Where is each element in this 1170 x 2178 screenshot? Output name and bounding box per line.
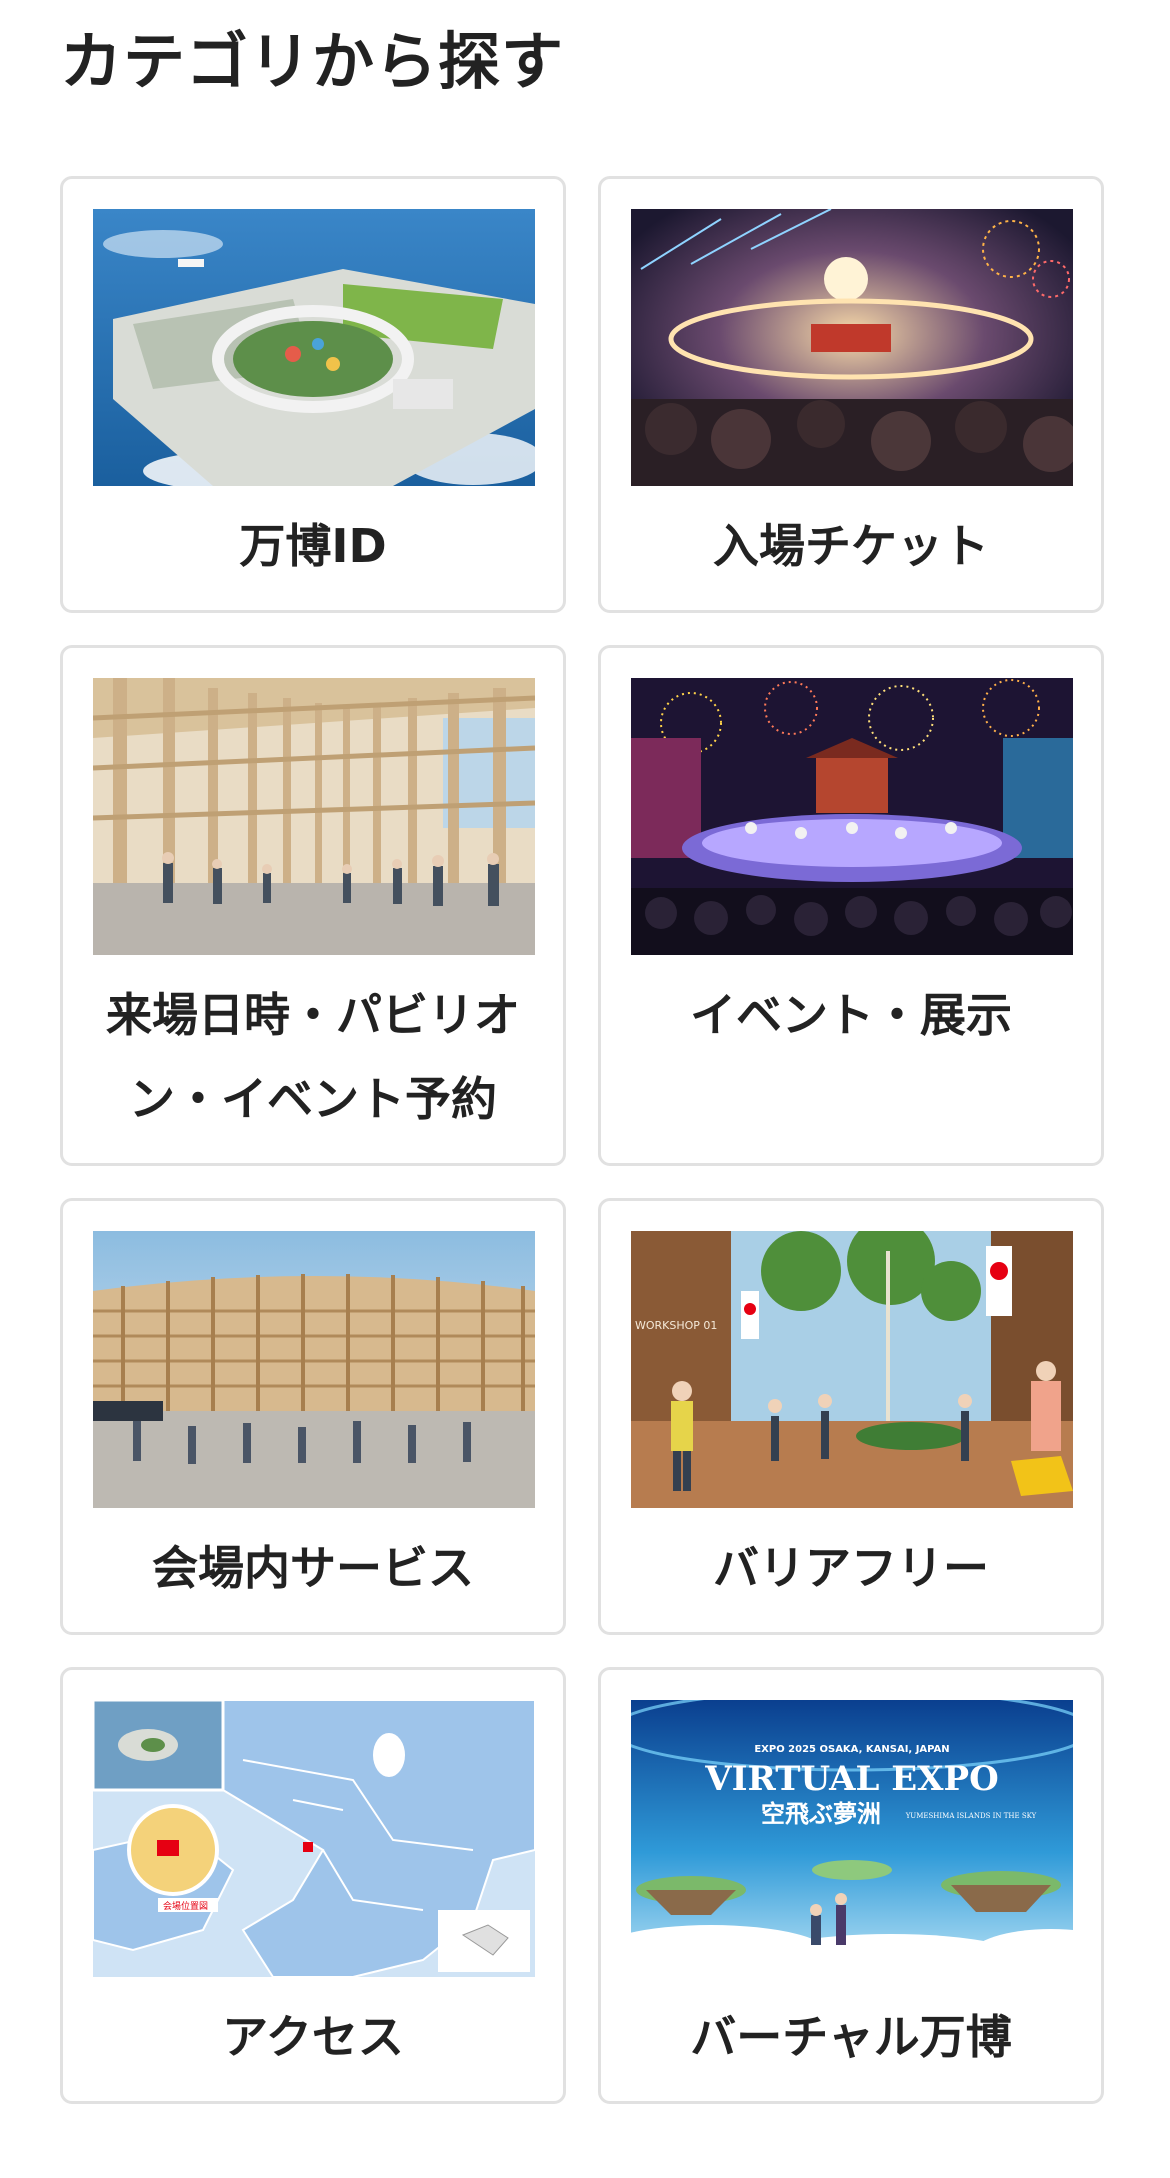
- wooden-ring-walkway-image: [93, 678, 535, 955]
- workshop-sign-text: WORKSHOP 01: [635, 1319, 717, 1332]
- virtual-expo-subtitle-en: YUMESHIMA ISLANDS IN THE SKY: [905, 1812, 1037, 1820]
- kansai-access-map-image: 会場位置図: [93, 1700, 535, 1977]
- category-label: アクセス: [222, 2010, 404, 2064]
- category-label: 万博ID: [239, 519, 387, 573]
- category-label: イベント・展示: [690, 988, 1012, 1042]
- virtual-expo-top-line: EXPO 2025 OSAKA, KANSAI, JAPAN: [754, 1744, 949, 1755]
- category-label: バリアフリー: [713, 1541, 989, 1595]
- category-card-virtual-expo[interactable]: EXPO 2025 OSAKA, KANSAI, JAPAN VIRTUAL E…: [598, 1667, 1104, 2104]
- category-card-reservations[interactable]: 来場日時・パビリオン・イベント予約: [60, 645, 566, 1166]
- grand-ring-plaza-image: [93, 1231, 535, 1508]
- category-card-tickets[interactable]: 入場チケット: [598, 176, 1104, 613]
- category-label: 入場チケット: [713, 519, 989, 573]
- accessible-plaza-image: WORKSHOP 01: [631, 1231, 1073, 1508]
- category-card-services[interactable]: 会場内サービス: [60, 1198, 566, 1635]
- category-label: 会場内サービス: [152, 1541, 474, 1595]
- category-card-access[interactable]: 会場位置図 アクセス: [60, 1667, 566, 2104]
- page-title: カテゴリから探す: [60, 25, 565, 98]
- category-card-barrier-free[interactable]: WORKSHOP 01 バリアフリー: [598, 1198, 1104, 1635]
- expo-site-aerial-image: [93, 209, 535, 486]
- category-grid: 万博ID 入場チケット 来場日時・パビリオン・イベント予約 イベント・展示 会場…: [60, 176, 1104, 2104]
- category-label: 来場日時・パビリオン・イベント予約: [106, 988, 520, 1126]
- virtual-expo-credit: © NTT CORPORATION: [969, 1965, 1067, 1975]
- category-card-expo-id[interactable]: 万博ID: [60, 176, 566, 613]
- virtual-expo-islands-image: EXPO 2025 OSAKA, KANSAI, JAPAN VIRTUAL E…: [631, 1700, 1073, 1977]
- category-label: バーチャル万博: [690, 2010, 1012, 2064]
- virtual-expo-title: VIRTUAL EXPO: [704, 1759, 998, 1799]
- festival-stage-fireworks-image: [631, 678, 1073, 955]
- virtual-expo-subtitle-jp: 空飛ぶ夢洲: [761, 1800, 881, 1828]
- category-card-events[interactable]: イベント・展示: [598, 645, 1104, 1166]
- night-show-crowd-image: [631, 209, 1073, 486]
- map-caption-text: 会場位置図: [163, 1900, 208, 1912]
